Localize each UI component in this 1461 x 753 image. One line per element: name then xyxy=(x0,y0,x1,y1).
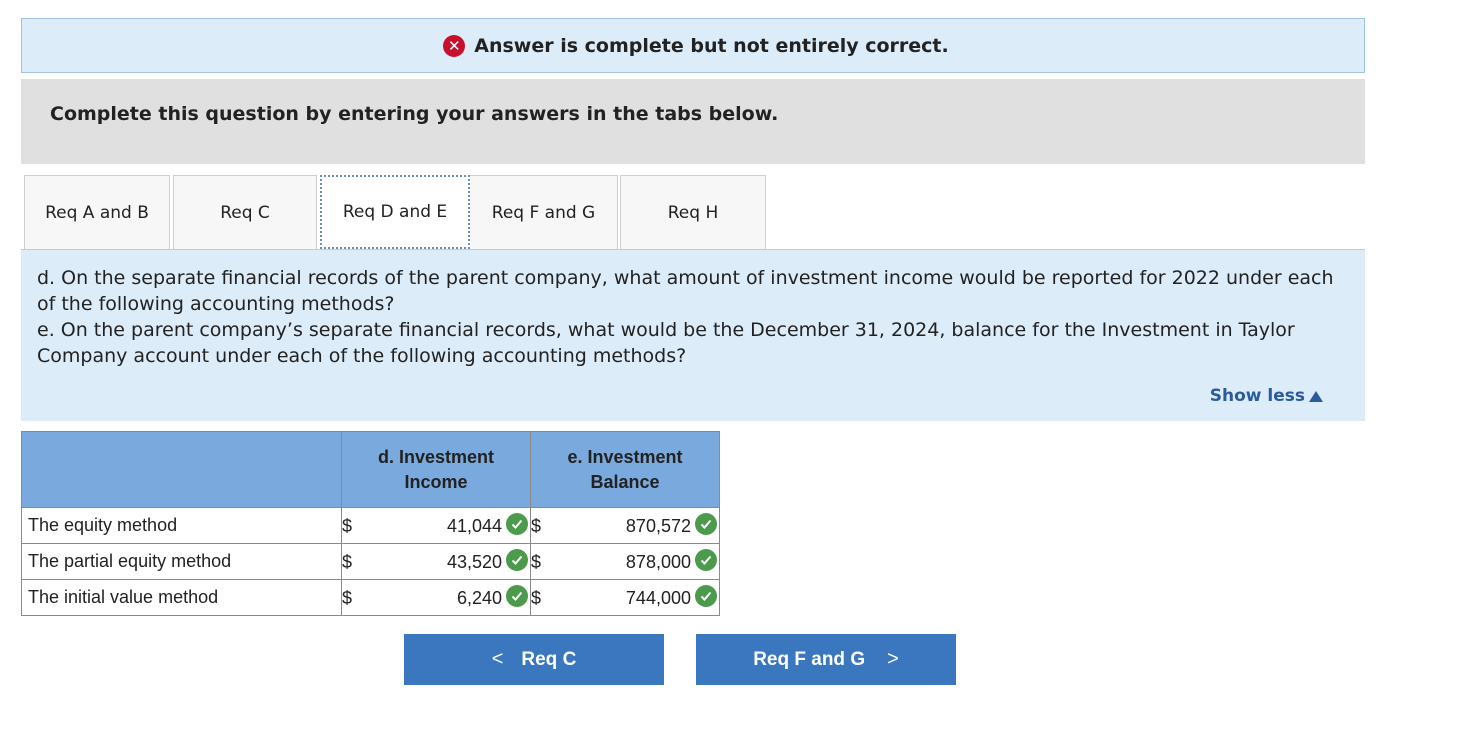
header-blank xyxy=(21,431,342,508)
tab-label: Req H xyxy=(667,202,719,223)
tab-req-c[interactable]: Req C xyxy=(173,175,317,249)
question-e: e. On the parent company’s separate fina… xyxy=(37,319,1295,367)
tab-req-f-and-g[interactable]: Req F and G xyxy=(470,175,618,249)
show-less-link[interactable]: Show less xyxy=(1210,386,1323,406)
currency-symbol: $ xyxy=(531,552,542,572)
check-icon xyxy=(695,549,717,571)
tab-label: Req C xyxy=(220,202,270,223)
question-panel: d. On the separate financial records of … xyxy=(21,250,1365,421)
check-icon xyxy=(695,585,717,607)
header-line: Balance xyxy=(590,471,660,492)
chevron-right-icon: > xyxy=(887,648,899,670)
question-d: d. On the separate financial records of … xyxy=(37,267,1334,315)
header-line: e. Investment xyxy=(567,446,683,467)
x-circle-icon: ✕ xyxy=(443,34,466,57)
instructions-text: Complete this question by entering your … xyxy=(50,103,779,125)
table-row: The equity method $ 41,044 $ 870,572 xyxy=(21,507,720,544)
row-label: The initial value method xyxy=(21,579,342,616)
question-text: d. On the separate financial records of … xyxy=(37,265,1347,369)
currency-symbol: $ xyxy=(342,552,353,572)
tab-label: Req D and E xyxy=(342,202,448,222)
currency-symbol: $ xyxy=(531,516,542,536)
tab-label: Req A and B xyxy=(45,202,149,223)
prev-button-label: Req C xyxy=(521,648,577,670)
tab-req-d-and-e[interactable]: Req D and E xyxy=(320,175,470,249)
chevron-left-icon: < xyxy=(491,648,504,670)
result-banner: ✕ Answer is complete but not entirely co… xyxy=(21,18,1365,73)
triangle-up-icon xyxy=(1309,390,1323,402)
income-value[interactable]: 41,044 xyxy=(447,516,502,537)
income-cell[interactable]: $ 6,240 xyxy=(341,579,531,616)
income-value[interactable]: 6,240 xyxy=(457,588,502,609)
balance-value[interactable]: 870,572 xyxy=(626,516,691,537)
tab-label: Req F and G xyxy=(491,202,596,223)
show-less-label: Show less xyxy=(1209,386,1305,406)
balance-value[interactable]: 878,000 xyxy=(626,552,691,573)
row-label: The partial equity method xyxy=(21,543,342,580)
currency-symbol: $ xyxy=(342,516,353,536)
result-message: Answer is complete but not entirely corr… xyxy=(474,34,949,57)
check-icon xyxy=(506,549,528,571)
balance-cell[interactable]: $ 878,000 xyxy=(530,543,720,580)
row-label: The equity method xyxy=(21,507,342,544)
tab-req-h[interactable]: Req H xyxy=(620,175,766,249)
income-cell[interactable]: $ 41,044 xyxy=(341,507,531,544)
table-row: The initial value method $ 6,240 $ 744,0… xyxy=(21,579,720,616)
next-button-label: Req F and G xyxy=(753,648,866,670)
table-header-row: d. Investment Income e. Investment Balan… xyxy=(21,431,720,508)
currency-symbol: $ xyxy=(531,588,542,608)
header-line: d. Investment xyxy=(377,446,495,467)
next-button[interactable]: Req F and G > xyxy=(696,634,956,685)
currency-symbol: $ xyxy=(342,588,353,608)
prev-button[interactable]: < Req C xyxy=(404,634,664,685)
header-investment-income: d. Investment Income xyxy=(341,431,531,508)
income-value[interactable]: 43,520 xyxy=(447,552,502,573)
tab-req-a-and-b[interactable]: Req A and B xyxy=(24,175,170,249)
check-icon xyxy=(506,513,528,535)
table-row: The partial equity method $ 43,520 $ 878… xyxy=(21,543,720,580)
balance-cell[interactable]: $ 870,572 xyxy=(530,507,720,544)
header-investment-balance: e. Investment Balance xyxy=(530,431,720,508)
answer-table: d. Investment Income e. Investment Balan… xyxy=(21,431,720,616)
header-line: Income xyxy=(404,471,468,492)
income-cell[interactable]: $ 43,520 xyxy=(341,543,531,580)
check-icon xyxy=(506,585,528,607)
instructions-bar: Complete this question by entering your … xyxy=(21,79,1365,164)
check-icon xyxy=(695,513,717,535)
balance-value[interactable]: 744,000 xyxy=(626,588,691,609)
balance-cell[interactable]: $ 744,000 xyxy=(530,579,720,616)
